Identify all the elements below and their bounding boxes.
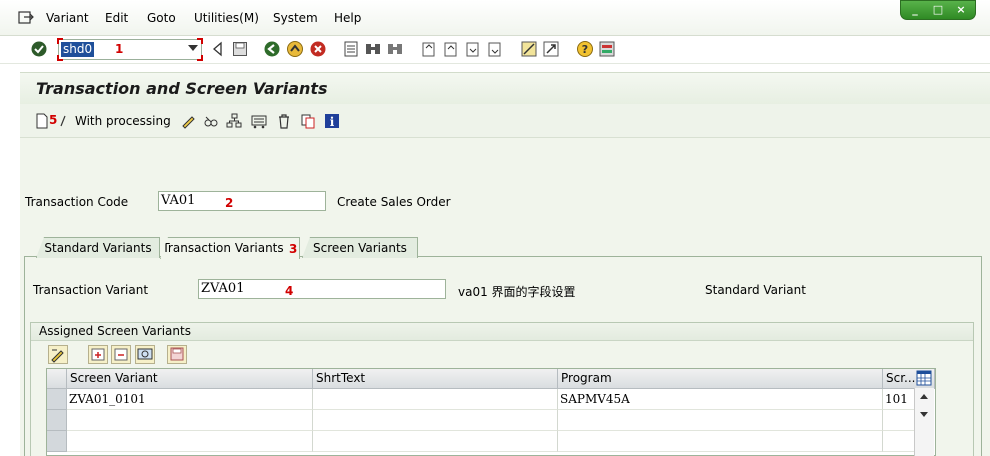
print-icon[interactable] [342, 40, 360, 58]
last-page-icon[interactable] [486, 40, 504, 58]
create-session-icon[interactable] [520, 40, 538, 58]
highlight-corner [57, 55, 63, 61]
next-page-icon[interactable] [464, 40, 482, 58]
column-header-shrttext[interactable]: ShrtText [313, 369, 558, 389]
column-header-program[interactable]: Program [558, 369, 883, 389]
row-selector[interactable] [47, 389, 67, 410]
application-toolbar: 5 With processing i [20, 104, 990, 138]
collapse-arrow-icon[interactable] [209, 40, 227, 58]
cancel-icon[interactable] [309, 40, 327, 58]
with-processing-button[interactable]: With processing [75, 114, 171, 128]
row-selector[interactable] [47, 431, 67, 452]
column-header-screen-variant[interactable]: Screen Variant [67, 369, 313, 389]
menu-help[interactable]: Help [334, 11, 361, 25]
table-save-icon[interactable] [167, 345, 187, 364]
page-title: Transaction and Screen Variants [36, 79, 328, 98]
table-cell[interactable] [313, 431, 558, 452]
close-button[interactable]: × [953, 3, 969, 17]
select-all-header[interactable] [47, 369, 67, 389]
table-cell[interactable] [67, 431, 313, 452]
annotation-4: 4 [285, 284, 294, 298]
chevron-down-icon[interactable] [188, 45, 198, 51]
transaction-variant-field[interactable]: ZVA01 [198, 279, 446, 299]
menu-bar: Variant Edit Goto Utilities(M) System He… [0, 0, 990, 36]
back-icon[interactable] [263, 40, 281, 58]
menu-goto[interactable]: Goto [147, 11, 176, 25]
save-icon[interactable] [231, 40, 249, 58]
table-cell[interactable] [558, 431, 883, 452]
command-field[interactable]: shd0 [58, 39, 202, 60]
window-controls: _ □ × [900, 0, 976, 20]
transport-icon[interactable] [251, 113, 267, 129]
minimize-button[interactable]: _ [907, 3, 923, 17]
find-icon[interactable] [364, 40, 382, 58]
shortcut-icon[interactable] [542, 40, 560, 58]
info-icon[interactable]: i [324, 113, 340, 129]
table-cell[interactable] [883, 410, 915, 431]
layout-menu-icon[interactable] [598, 40, 616, 58]
table-cell[interactable]: ZVA01_0101 [67, 389, 313, 410]
screen-display-icon[interactable] [135, 345, 155, 364]
insert-row-icon[interactable] [88, 345, 108, 364]
svg-text:?: ? [582, 43, 588, 56]
group-title: Assigned Screen Variants [31, 323, 973, 341]
menu-system[interactable]: System [273, 11, 318, 25]
transaction-code-field[interactable]: VA01 [158, 191, 326, 211]
pencil-icon[interactable] [180, 113, 196, 129]
table-cell[interactable] [558, 410, 883, 431]
maximize-button[interactable]: □ [930, 3, 946, 17]
highlight-corner [57, 38, 63, 44]
table-vertical-scrollbar[interactable] [914, 388, 934, 456]
exit-icon[interactable] [286, 40, 304, 58]
first-page-icon[interactable] [420, 40, 438, 58]
highlight-corner [197, 55, 203, 61]
glasses-icon[interactable] [203, 113, 219, 129]
enter-check-icon[interactable] [30, 40, 48, 58]
find-next-icon[interactable] [386, 40, 404, 58]
scroll-down-icon[interactable] [920, 412, 928, 417]
table-cell[interactable]: 101 [883, 389, 915, 410]
title-bar: Transaction and Screen Variants [20, 72, 990, 104]
annotation-5: 5 [49, 113, 58, 127]
details-edit-icon[interactable] [48, 345, 68, 364]
annotation-3: 3 [289, 242, 298, 256]
transaction-code-label: Transaction Code [25, 195, 129, 209]
delete-icon[interactable] [276, 113, 292, 129]
menu-edit[interactable]: Edit [105, 11, 128, 25]
highlight-corner [197, 38, 203, 44]
table-settings-icon[interactable] [915, 369, 935, 389]
transaction-variant-description: va01 界面的字段设置 [458, 285, 576, 299]
command-field-value[interactable]: shd0 [61, 42, 95, 57]
table-cell[interactable] [67, 410, 313, 431]
svg-text:i: i [330, 115, 335, 129]
scroll-up-icon[interactable] [920, 394, 928, 399]
table-cell[interactable] [313, 410, 558, 431]
annotation-2: 2 [225, 196, 234, 210]
standard-variant-label: Standard Variant [705, 283, 806, 297]
column-header-screen[interactable]: Scr... [883, 369, 917, 389]
delete-row-icon[interactable] [111, 345, 131, 364]
menu-variant[interactable]: Variant [46, 11, 89, 25]
tab-standard-variants[interactable]: Standard Variants [36, 237, 160, 258]
transaction-code-description: Create Sales Order [337, 195, 451, 209]
standard-toolbar: shd0 1 ? [0, 36, 990, 64]
screen-variants-table: Screen Variant ShrtText Program Scr... Z… [46, 368, 936, 456]
annotation-1: 1 [115, 42, 124, 56]
table-cell[interactable] [313, 389, 558, 410]
row-selector[interactable] [47, 410, 67, 431]
menu-utilities[interactable]: Utilities(M) [194, 11, 259, 25]
help-icon[interactable]: ? [576, 40, 594, 58]
new-document-icon[interactable] [34, 113, 50, 129]
copy-icon[interactable] [300, 113, 316, 129]
transaction-variant-label: Transaction Variant [33, 283, 149, 297]
menu-exit-icon[interactable] [18, 10, 34, 26]
table-cell[interactable] [883, 431, 915, 452]
table-cell[interactable]: SAPMV45A [558, 389, 883, 410]
tab-transaction-variants[interactable]: Transaction Variants [160, 237, 300, 259]
edit-small-icon [60, 115, 66, 127]
hierarchy-icon[interactable] [226, 113, 242, 129]
previous-page-icon[interactable] [442, 40, 460, 58]
tab-screen-variants[interactable]: Screen Variants [302, 237, 418, 258]
